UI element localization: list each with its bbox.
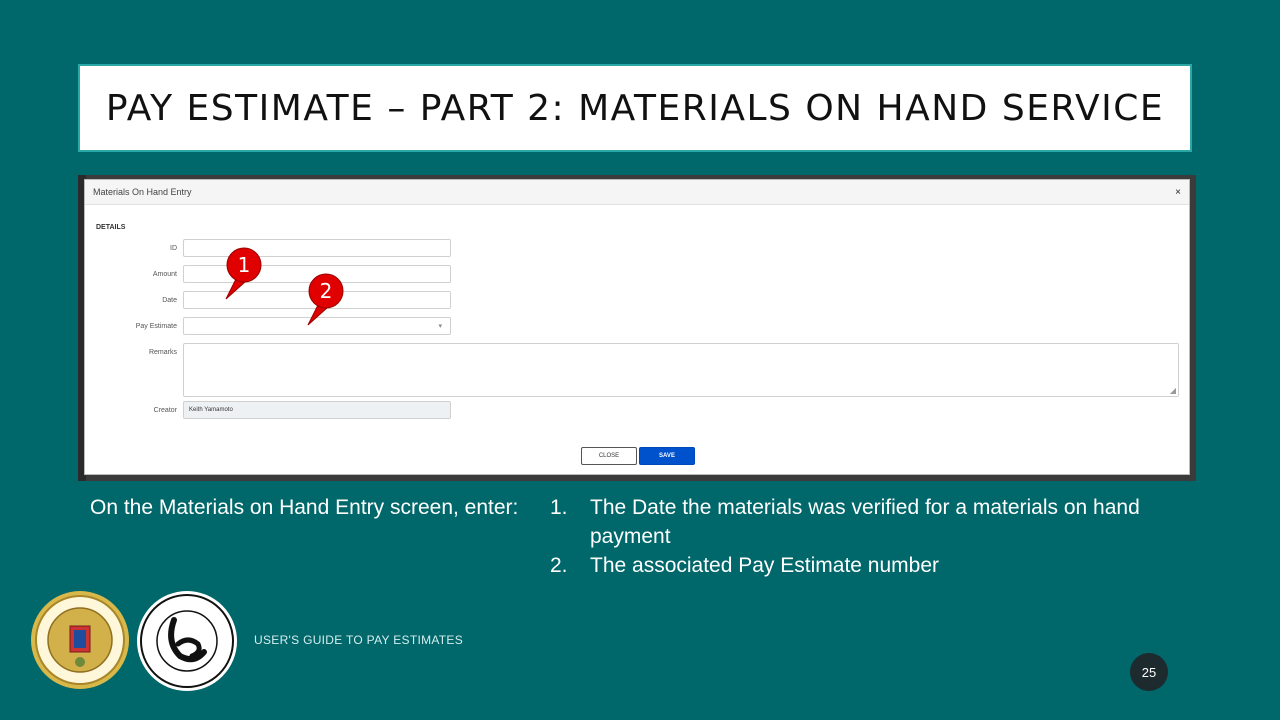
close-button[interactable]: CLOSE (581, 447, 637, 465)
save-button[interactable]: SAVE (639, 447, 695, 465)
modal-title: Materials On Hand Entry (93, 187, 192, 197)
callout-1: 1 (225, 247, 262, 300)
page-number: 25 (1130, 653, 1168, 691)
footer-title: USER'S GUIDE TO PAY ESTIMATES (254, 633, 464, 647)
resize-grip-icon[interactable]: ◢ (1170, 386, 1176, 395)
slide-title-box: PAY ESTIMATE – PART 2: MATERIALS ON HAND… (78, 64, 1192, 152)
callout-2: 2 (307, 273, 344, 326)
screenshot-frame: Materials On Hand Entry × DETAILS ID Amo… (78, 175, 1196, 481)
amount-label: Amount (152, 271, 177, 278)
date-label: Date (162, 297, 177, 304)
callout-2-number: 2 (320, 279, 333, 303)
step-number: 1. (550, 496, 568, 519)
close-icon[interactable]: × (1175, 187, 1181, 198)
instruction-steps: 1. The Date the materials was verified f… (550, 493, 1190, 580)
step-text: The Date the materials was verified for … (590, 496, 1140, 548)
remarks-textarea[interactable]: ◢ (183, 343, 1179, 397)
creator-field: Keith Yamamoto (183, 401, 451, 419)
creator-label: Creator (153, 407, 177, 414)
instruction-lead: On the Materials on Hand Entry screen, e… (90, 496, 519, 519)
slide-title: PAY ESTIMATE – PART 2: MATERIALS ON HAND… (105, 87, 1165, 129)
dot-logo (137, 591, 237, 691)
remarks-label: Remarks (148, 349, 177, 356)
state-of-hawaii-seal (31, 591, 129, 689)
step-number: 2. (550, 554, 568, 577)
step-item: 1. The Date the materials was verified f… (550, 493, 1190, 551)
pay-estimate-label: Pay Estimate (135, 323, 177, 330)
modal-header: Materials On Hand Entry × (85, 180, 1189, 205)
chevron-down-icon: ▾ (438, 323, 442, 330)
id-label: ID (170, 245, 177, 252)
materials-on-hand-modal: Materials On Hand Entry × DETAILS ID Amo… (84, 179, 1190, 475)
step-text: The associated Pay Estimate number (590, 554, 940, 577)
step-item: 2. The associated Pay Estimate number (550, 551, 1190, 580)
details-section-label: DETAILS (96, 224, 126, 231)
callout-1-number: 1 (238, 253, 251, 277)
